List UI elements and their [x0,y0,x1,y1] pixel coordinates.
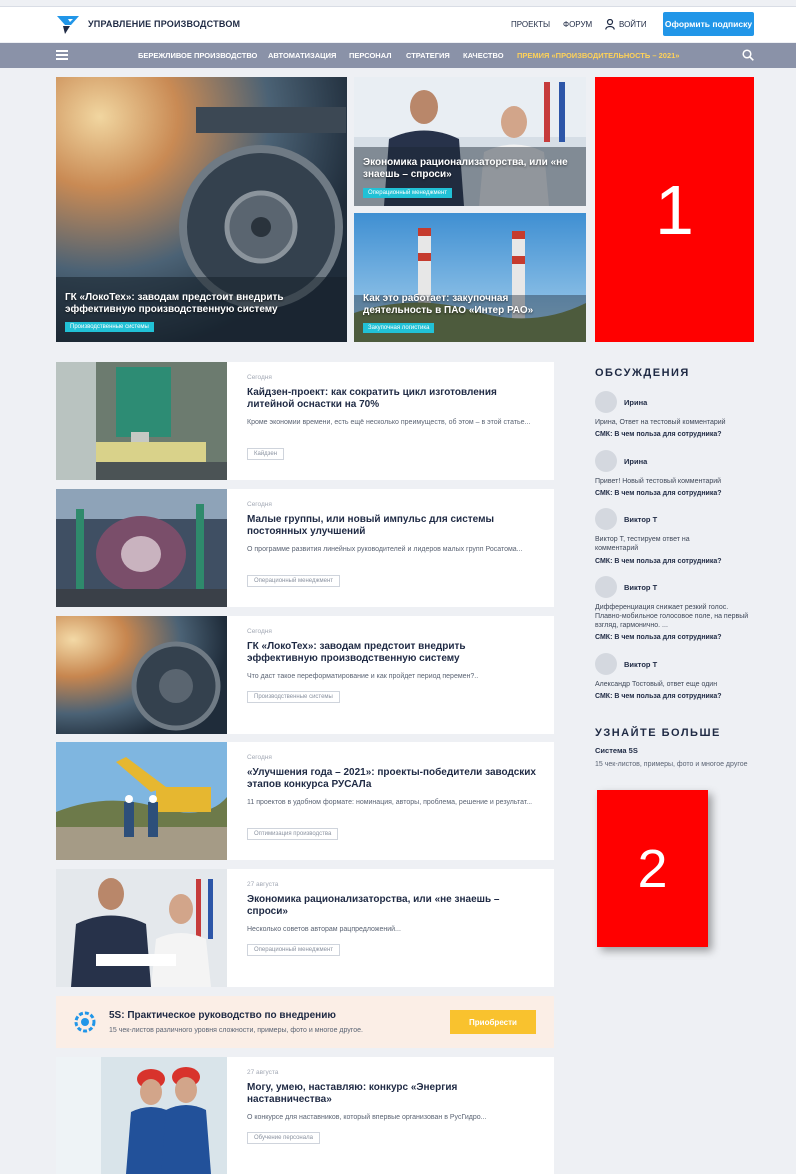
hero-top-right-tag[interactable]: Операционный менеджмент [363,188,453,198]
article-image[interactable] [56,489,227,607]
article-card[interactable]: Сегодня ГК «ЛокоТех»: заводам предстоит … [56,616,554,734]
comment-article-link[interactable]: СМК: В чем польза для сотрудника? [595,558,722,565]
subscribe-button[interactable]: Оформить подписку [663,12,754,36]
article-card[interactable]: Сегодня Кайдзен-проект: как сократить ци… [56,362,554,480]
nav-item-lean[interactable]: БЕРЕЖЛИВОЕ ПРОИЗВОДСТВО [138,51,257,60]
article-image[interactable] [56,742,227,860]
hero-main-title[interactable]: ГК «ЛокоТех»: заводам предстоит внедрить… [65,292,315,316]
hero-bottom-right-tag[interactable]: Закупочная логистика [363,323,435,333]
nav-item-quality[interactable]: КАЧЕСТВО [463,51,504,60]
comment-article-link[interactable]: СМК: В чем польза для сотрудника? [595,693,722,700]
user-icon[interactable] [605,19,615,30]
learn-more-heading: УЗНАЙТЕ БОЛЬШЕ [595,727,721,739]
comment-text: Дифференциация снижает резкий голос. Пла… [595,604,749,629]
hero-top-right-title[interactable]: Экономика рационализаторства, или «не зн… [363,157,578,181]
article-tag[interactable]: Кайдзен [247,448,285,460]
comment-author[interactable]: Виктор Т [624,583,657,592]
comment-text: Александр Тостовый, ответ еще один [595,681,718,688]
avatar[interactable] [595,391,617,413]
article-image[interactable] [56,362,227,480]
nav-item-premium[interactable]: ПРЕМИЯ «ПРОИЗВОДИТЕЛЬНОСТЬ – 2021» [517,51,679,60]
comment-author[interactable]: Виктор Т [624,515,657,524]
article-card[interactable]: 27 августа Экономика рационализаторства,… [56,869,554,987]
article-date: Сегодня [247,754,272,761]
article-tag[interactable]: Оптимизация производства [247,828,339,840]
avatar[interactable] [595,653,617,675]
nav-link-forum[interactable]: ФОРУМ [563,20,592,29]
article-tag[interactable]: Производственные системы [247,691,340,703]
avatar[interactable] [595,450,617,472]
comment-article-link[interactable]: СМК: В чем польза для сотрудника? [595,431,722,438]
comment-text: Ирина, Ответ на тестовый комментарий [595,419,726,426]
article-description: 11 проектов в удобном формате: номинация… [247,799,533,806]
article-date: Сегодня [247,374,272,381]
comment-article-link[interactable]: СМК: В чем польза для сотрудника? [595,634,722,641]
article-card[interactable]: Сегодня «Улучшения года – 2021»: проекты… [56,742,554,860]
menu-icon[interactable] [56,50,68,60]
article-card[interactable]: Сегодня Малые группы, или новый импульс … [56,489,554,607]
article-tag[interactable]: Операционный менеджмент [247,575,341,587]
article-title[interactable]: Кайдзен-проект: как сократить цикл изгот… [247,387,537,411]
article-description: Что даст такое переформатирование и как … [247,673,479,680]
article-date: Сегодня [247,628,272,635]
hero-bottom-right[interactable]: Как это работает: закупочная деятельност… [354,213,586,342]
article-description: Несколько советов авторам рацпредложений… [247,926,401,933]
ad-banner-1[interactable]: 1 [595,77,754,342]
article-card[interactable]: 27 августа Могу, умею, наставляю: конкур… [56,1057,554,1174]
article-description: О конкурсе для наставников, который впер… [247,1114,487,1121]
learn-more-title[interactable]: Система 5S [595,746,638,755]
article-date: Сегодня [247,501,272,508]
article-image[interactable] [56,869,227,987]
discussions-heading: ОБСУЖДЕНИЯ [595,367,690,379]
login-link[interactable]: ВОЙТИ [619,20,647,29]
article-image[interactable] [56,616,227,734]
comment-author[interactable]: Ирина [624,398,647,407]
comment-text: Привет! Новый тестовый комментарий [595,478,722,485]
search-icon[interactable] [742,49,754,61]
article-title[interactable]: Малые группы, или новый импульс для сист… [247,514,537,538]
article-tag[interactable]: Операционный менеджмент [247,944,341,956]
brand-name[interactable]: УПРАВЛЕНИЕ ПРОИЗВОДСТВОМ [88,19,240,29]
article-description: О программе развития линейных руководите… [247,546,523,553]
article-date: 27 августа [247,1069,279,1076]
article-title[interactable]: Экономика рационализаторства, или «не зн… [247,894,537,918]
ad-banner-2[interactable]: 2 [597,790,708,947]
promo-banner: 5S: Практическое руководство по внедрени… [56,996,554,1048]
buy-button[interactable]: Приобрести [450,1010,536,1034]
article-description: Кроме экономии времени, есть ещё несколь… [247,419,531,426]
hero-bottom-right-title[interactable]: Как это работает: закупочная деятельност… [363,293,578,317]
hero-main-tag[interactable]: Производственные системы [65,322,154,332]
avatar[interactable] [595,576,617,598]
learn-more-description: 15 чек-листов, примеры, фото и многое др… [595,761,748,768]
promo-description: 15 чек-листов различного уровня сложност… [109,1027,363,1034]
article-tag[interactable]: Обучение персонала [247,1132,320,1144]
logo-icon[interactable] [57,16,79,34]
main-nav: БЕРЕЖЛИВОЕ ПРОИЗВОДСТВО АВТОМАТИЗАЦИЯ ПЕ… [0,43,796,68]
comment-text: Виктор Т, тестируем ответ на комментарий [595,536,690,552]
promo-title[interactable]: 5S: Практическое руководство по внедрени… [109,1010,336,1021]
hero-top-right-image [354,77,586,206]
article-title[interactable]: ГК «ЛокоТех»: заводам предстоит внедрить… [247,641,537,665]
article-date: 27 августа [247,881,279,888]
gear-icon [74,1011,96,1033]
comment-article-link[interactable]: СМК: В чем польза для сотрудника? [595,490,722,497]
article-title[interactable]: «Улучшения года – 2021»: проекты-победит… [247,767,537,791]
article-image[interactable] [56,1057,227,1174]
nav-link-projects[interactable]: ПРОЕКТЫ [511,20,550,29]
article-title[interactable]: Могу, умею, наставляю: конкурс «Энергия … [247,1082,537,1106]
nav-item-automation[interactable]: АВТОМАТИЗАЦИЯ [268,51,336,60]
nav-item-personnel[interactable]: ПЕРСОНАЛ [349,51,391,60]
top-header: УПРАВЛЕНИЕ ПРОИЗВОДСТВОМ ПРОЕКТЫ ФОРУМ В… [0,6,796,42]
avatar[interactable] [595,508,617,530]
nav-item-strategy[interactable]: СТРАТЕГИЯ [406,51,450,60]
comment-author[interactable]: Виктор Т [624,660,657,669]
hero-main[interactable]: ГК «ЛокоТех»: заводам предстоит внедрить… [56,77,347,342]
comment-author[interactable]: Ирина [624,457,647,466]
hero-top-right[interactable]: Экономика рационализаторства, или «не зн… [354,77,586,206]
